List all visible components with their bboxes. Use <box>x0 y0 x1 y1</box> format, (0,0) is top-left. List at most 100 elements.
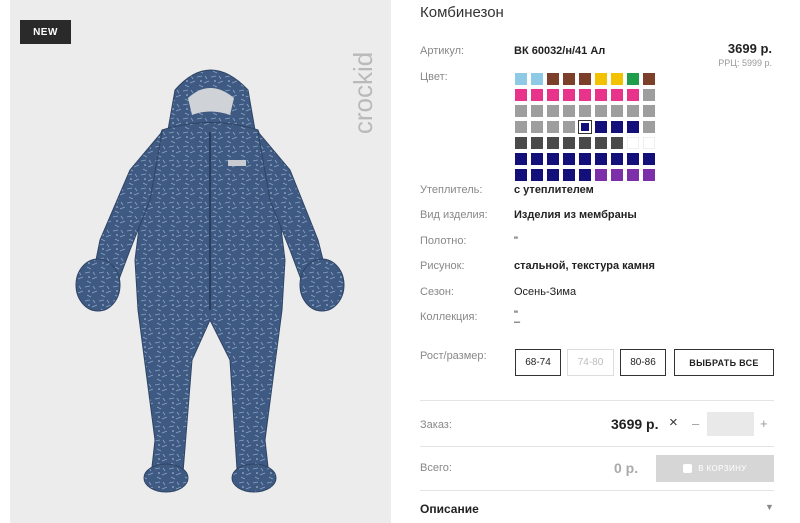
color-swatch[interactable] <box>627 121 639 133</box>
right-foot <box>231 463 277 493</box>
color-swatch[interactable] <box>643 137 655 149</box>
color-swatch[interactable] <box>563 89 575 101</box>
insulation-value: с утеплителем <box>514 184 594 196</box>
divider <box>420 490 774 491</box>
pattern-value: стальной, текстура камня <box>514 260 655 272</box>
color-swatch[interactable] <box>611 105 623 117</box>
add-to-cart-button[interactable]: В КОРЗИНУ <box>656 455 774 482</box>
color-swatch[interactable] <box>579 169 591 181</box>
color-swatch[interactable] <box>515 89 527 101</box>
color-swatch[interactable] <box>563 137 575 149</box>
color-swatch[interactable] <box>515 105 527 117</box>
color-swatch[interactable] <box>563 169 575 181</box>
color-swatch[interactable] <box>563 105 575 117</box>
color-swatch[interactable] <box>547 137 559 149</box>
product-title: Комбинезон <box>420 4 504 21</box>
color-swatch[interactable] <box>627 105 639 117</box>
color-swatch[interactable] <box>643 105 655 117</box>
color-swatch[interactable] <box>611 169 623 181</box>
left-mitten <box>75 258 121 312</box>
new-badge: NEW <box>20 20 71 44</box>
color-swatch[interactable] <box>611 73 623 85</box>
color-swatch[interactable] <box>611 137 623 149</box>
color-swatch[interactable] <box>531 153 543 165</box>
color-swatch[interactable] <box>531 121 543 133</box>
color-swatch[interactable] <box>579 137 591 149</box>
quantity-input[interactable] <box>707 412 754 436</box>
color-swatch[interactable] <box>627 137 639 149</box>
color-swatch[interactable] <box>531 73 543 85</box>
color-swatch[interactable] <box>547 169 559 181</box>
article-label: Артикул: <box>420 45 465 57</box>
color-swatch[interactable] <box>547 89 559 101</box>
size-label: Рост/размер: <box>420 350 487 362</box>
color-swatch[interactable] <box>547 105 559 117</box>
decrease-button[interactable]: – <box>692 416 699 431</box>
color-swatch[interactable] <box>643 169 655 181</box>
color-swatch[interactable] <box>547 153 559 165</box>
kind-label: Вид изделия: <box>420 209 488 221</box>
remove-icon[interactable]: × <box>669 414 678 431</box>
color-swatch[interactable] <box>515 153 527 165</box>
color-swatch[interactable] <box>627 153 639 165</box>
collection-label: Коллекция: <box>420 311 478 323</box>
brand-logo: crockid <box>350 52 378 134</box>
brand-logo-text: crockid <box>350 52 378 134</box>
color-swatch[interactable] <box>563 73 575 85</box>
color-swatch[interactable] <box>627 169 639 181</box>
color-swatch[interactable] <box>611 121 623 133</box>
color-swatch[interactable] <box>627 73 639 85</box>
color-swatch[interactable] <box>643 89 655 101</box>
pattern-label: Рисунок: <box>420 260 465 272</box>
add-to-cart-label: В КОРЗИНУ <box>698 464 747 473</box>
description-toggle[interactable]: Описание <box>420 502 479 516</box>
color-swatch[interactable] <box>531 105 543 117</box>
color-swatch[interactable] <box>579 105 591 117</box>
color-swatch[interactable] <box>595 121 607 133</box>
chevron-down-icon[interactable]: ▼ <box>765 502 774 512</box>
order-label: Заказ: <box>420 419 452 431</box>
color-swatch[interactable] <box>611 153 623 165</box>
color-swatch[interactable] <box>579 73 591 85</box>
color-swatch[interactable] <box>595 89 607 101</box>
color-swatch[interactable] <box>579 153 591 165</box>
color-swatch[interactable] <box>627 89 639 101</box>
color-swatch[interactable] <box>531 137 543 149</box>
color-swatch[interactable] <box>515 121 527 133</box>
color-swatch[interactable] <box>515 73 527 85</box>
color-swatch[interactable] <box>611 89 623 101</box>
right-mitten <box>299 258 345 312</box>
color-swatch[interactable] <box>595 137 607 149</box>
color-swatch[interactable] <box>579 89 591 101</box>
jumpsuit-image <box>75 69 345 493</box>
color-swatch[interactable] <box>595 73 607 85</box>
color-swatch[interactable] <box>531 89 543 101</box>
size-68-74-button[interactable]: 68-74 <box>515 349 561 376</box>
color-swatch[interactable] <box>547 121 559 133</box>
insulation-label: Утеплитель: <box>420 184 483 196</box>
color-swatch[interactable] <box>515 169 527 181</box>
color-swatch[interactable] <box>643 73 655 85</box>
color-swatch[interactable] <box>563 153 575 165</box>
color-swatch[interactable] <box>595 105 607 117</box>
cart-icon <box>683 464 693 473</box>
fabric-label: Полотно: <box>420 235 467 247</box>
color-swatch[interactable] <box>595 153 607 165</box>
color-swatch[interactable] <box>595 169 607 181</box>
color-swatch[interactable] <box>643 153 655 165</box>
color-swatch[interactable] <box>643 121 655 133</box>
color-swatch[interactable] <box>578 120 592 134</box>
color-swatch[interactable] <box>531 169 543 181</box>
select-all-button[interactable]: ВЫБРАТЬ ВСЕ <box>674 349 774 376</box>
left-foot <box>143 463 189 493</box>
size-80-86-button[interactable]: 80-86 <box>620 349 666 376</box>
color-swatch[interactable] <box>515 137 527 149</box>
color-swatch[interactable] <box>563 121 575 133</box>
price: 3699 р. <box>727 41 772 56</box>
size-74-80-button[interactable]: 74-80 <box>567 349 614 376</box>
product-photo[interactable]: NEW crockid <box>10 0 391 523</box>
color-swatch[interactable] <box>547 73 559 85</box>
increase-button[interactable]: + <box>760 416 768 431</box>
season-label: Сезон: <box>420 286 454 298</box>
total-label: Всего: <box>420 462 452 474</box>
